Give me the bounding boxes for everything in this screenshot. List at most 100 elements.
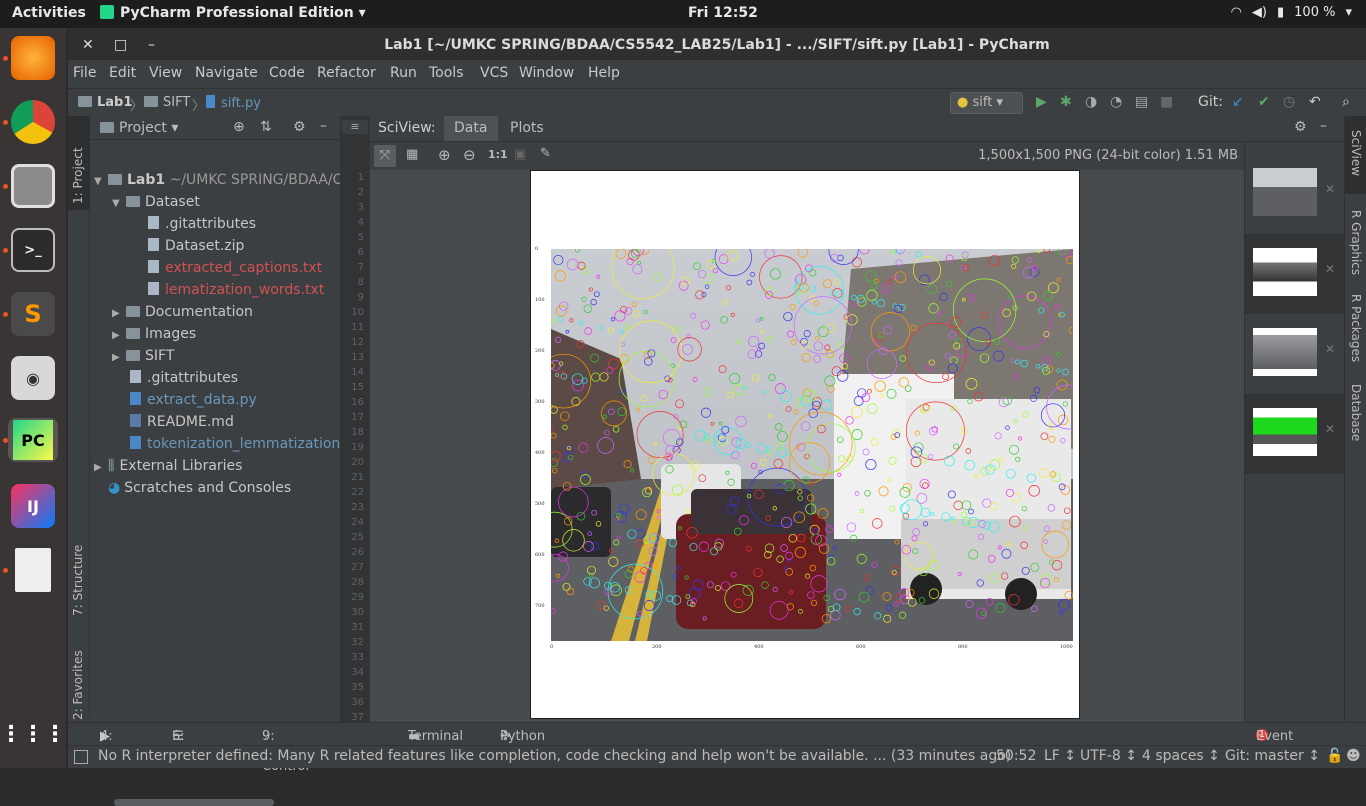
- activities-button[interactable]: Activities: [12, 5, 86, 21]
- close-icon[interactable]: ✕: [1325, 182, 1335, 196]
- plot-thumbnail[interactable]: ✕: [1245, 314, 1345, 394]
- close-icon[interactable]: ✕: [1325, 422, 1335, 436]
- menu-edit[interactable]: Edit: [109, 65, 136, 81]
- sublime-text-icon[interactable]: S: [11, 292, 55, 336]
- collapse-all-icon[interactable]: ⇅: [260, 119, 272, 135]
- tab-plots[interactable]: Plots: [502, 120, 552, 136]
- lock-icon[interactable]: 🔓: [1326, 748, 1343, 764]
- close-window-icon[interactable]: ✕: [82, 28, 94, 62]
- tool-database[interactable]: Database: [1349, 384, 1363, 441]
- menu-navigate[interactable]: Navigate: [195, 65, 258, 81]
- chrome-icon[interactable]: [11, 100, 55, 144]
- git-branch[interactable]: Git: master ↕: [1225, 748, 1320, 764]
- tool-project[interactable]: 1: Project: [71, 147, 85, 204]
- run-configuration-select[interactable]: ● sift ▾: [950, 92, 1023, 114]
- menu-view[interactable]: View: [149, 65, 182, 81]
- git-commit-icon[interactable]: ✔: [1258, 94, 1270, 110]
- gear-icon[interactable]: ⚙: [1294, 119, 1307, 135]
- menu-help[interactable]: Help: [588, 65, 620, 81]
- document-icon[interactable]: [15, 548, 51, 592]
- menu-window[interactable]: Window: [519, 65, 574, 81]
- close-icon[interactable]: ✕: [1325, 262, 1335, 276]
- hide-panel-icon[interactable]: –: [1320, 118, 1327, 134]
- tree-file[interactable]: lematization_words.txt: [148, 282, 324, 298]
- tab-data[interactable]: Data: [444, 116, 498, 141]
- debug-icon[interactable]: ✱: [1060, 94, 1072, 110]
- image-viewer[interactable]: 0 100 200 300 400 500 600 700 0 200 400 600 800 1000: [370, 170, 1244, 722]
- stop-icon[interactable]: ■: [1160, 94, 1173, 110]
- zoom-in-icon[interactable]: ⊕: [438, 146, 451, 164]
- tree-file[interactable]: extract_data.py: [130, 392, 257, 408]
- tree-scratches[interactable]: ◕ Scratches and Consoles: [108, 480, 291, 496]
- menu-vcs[interactable]: VCS: [480, 65, 508, 81]
- plot-thumbnail[interactable]: ✕: [1245, 234, 1345, 314]
- tree-root-lab1[interactable]: ▼ Lab1 ~/UMKC SPRING/BDAA/C: [94, 172, 342, 188]
- tool-favorites[interactable]: 2: Favorites: [71, 650, 85, 720]
- menu-refactor[interactable]: Refactor: [317, 65, 376, 81]
- tree-file[interactable]: README.md: [130, 414, 234, 430]
- coverage-icon[interactable]: ◑: [1085, 94, 1097, 110]
- inspector-icon[interactable]: ☻: [1346, 748, 1361, 764]
- menu-file[interactable]: File: [73, 65, 96, 81]
- tree-file[interactable]: tokenization_lemmatization: [130, 436, 340, 452]
- firefox-icon[interactable]: [11, 36, 55, 80]
- profile-icon[interactable]: ◔: [1110, 94, 1122, 110]
- plot-thumbnail[interactable]: ✕: [1245, 154, 1345, 234]
- menu-run[interactable]: Run: [390, 65, 417, 81]
- files-icon[interactable]: [11, 164, 55, 208]
- line-separator[interactable]: LF ↕: [1044, 748, 1076, 764]
- maximize-window-icon[interactable]: □: [114, 28, 127, 62]
- tree-file[interactable]: .gitattributes: [148, 216, 256, 232]
- run-icon[interactable]: ▶: [1036, 94, 1047, 110]
- pycharm-dock-item[interactable]: PC: [8, 418, 58, 462]
- horizontal-scrollbar[interactable]: [114, 799, 274, 806]
- plot-thumbnail-selected[interactable]: ✕: [1245, 394, 1345, 474]
- tree-folder[interactable]: ▶ SIFT: [112, 348, 174, 364]
- git-rollback-icon[interactable]: ↶: [1309, 94, 1321, 110]
- menu-code[interactable]: Code: [269, 65, 305, 81]
- clock[interactable]: Fri 12:52: [688, 5, 758, 21]
- indent-setting[interactable]: 4 spaces ↕: [1142, 748, 1220, 764]
- tree-folder[interactable]: ▶ Images: [112, 326, 196, 342]
- color-picker-icon[interactable]: ✎: [540, 146, 551, 161]
- show-apps-icon[interactable]: ⋮⋮⋮: [0, 712, 66, 756]
- locate-icon[interactable]: ⊕: [233, 119, 245, 135]
- minimize-window-icon[interactable]: –: [148, 28, 155, 62]
- zoom-out-icon[interactable]: ⊖: [463, 146, 476, 164]
- search-everywhere-icon[interactable]: ⌕: [1342, 94, 1350, 110]
- toggle-tool-windows-icon[interactable]: [74, 750, 88, 764]
- git-update-icon[interactable]: ↙: [1232, 94, 1244, 110]
- fit-zoom-icon[interactable]: ⤧: [374, 145, 396, 167]
- tree-folder-dataset[interactable]: ▼ Dataset: [112, 194, 200, 210]
- camera-icon[interactable]: ◉: [11, 356, 55, 400]
- close-icon[interactable]: ✕: [1325, 342, 1335, 356]
- tool-sciview[interactable]: SciView: [1349, 130, 1363, 176]
- app-menu[interactable]: PyCharm Professional Edition ▾: [100, 5, 366, 21]
- background-icon[interactable]: ▣: [514, 147, 526, 162]
- tool-structure[interactable]: 7: Structure: [71, 545, 85, 616]
- tree-file[interactable]: .gitattributes: [130, 370, 238, 386]
- breadcrumb-sift[interactable]: SIFT: [144, 95, 190, 110]
- grid-icon[interactable]: ▦: [406, 147, 418, 162]
- tree-folder[interactable]: ▶ Documentation: [112, 304, 253, 320]
- concurrency-icon[interactable]: ▤: [1135, 94, 1148, 110]
- caret-position[interactable]: 50:52: [996, 748, 1036, 764]
- tool-r-graphics[interactable]: R Graphics: [1349, 210, 1363, 275]
- breadcrumb-sift-py[interactable]: sift.py: [206, 95, 261, 111]
- project-view-select[interactable]: Project ▾: [100, 120, 178, 136]
- git-history-icon[interactable]: ◷: [1283, 94, 1295, 110]
- intellij-icon[interactable]: IJ: [11, 484, 55, 528]
- system-tray[interactable]: ◠ ◀) ▮ 100 % ▾: [1221, 5, 1352, 20]
- gear-icon[interactable]: ⚙: [293, 119, 306, 135]
- hide-panel-icon[interactable]: –: [320, 118, 327, 134]
- tree-file[interactable]: extracted_captions.txt: [148, 260, 322, 276]
- breadcrumb-lab1[interactable]: Lab1: [78, 95, 132, 110]
- actual-size-button[interactable]: 1:1: [488, 148, 508, 161]
- status-message[interactable]: No R interpreter defined: Many R related…: [98, 748, 1011, 764]
- editor-tab-menu-icon[interactable]: ≡: [342, 120, 368, 134]
- file-encoding[interactable]: UTF-8 ↕: [1080, 748, 1137, 764]
- tree-file[interactable]: Dataset.zip: [148, 238, 244, 254]
- tool-r-packages[interactable]: R Packages: [1349, 294, 1363, 362]
- tree-external-libraries[interactable]: ▶ ⫼ External Libraries: [94, 458, 242, 474]
- menu-tools[interactable]: Tools: [429, 65, 464, 81]
